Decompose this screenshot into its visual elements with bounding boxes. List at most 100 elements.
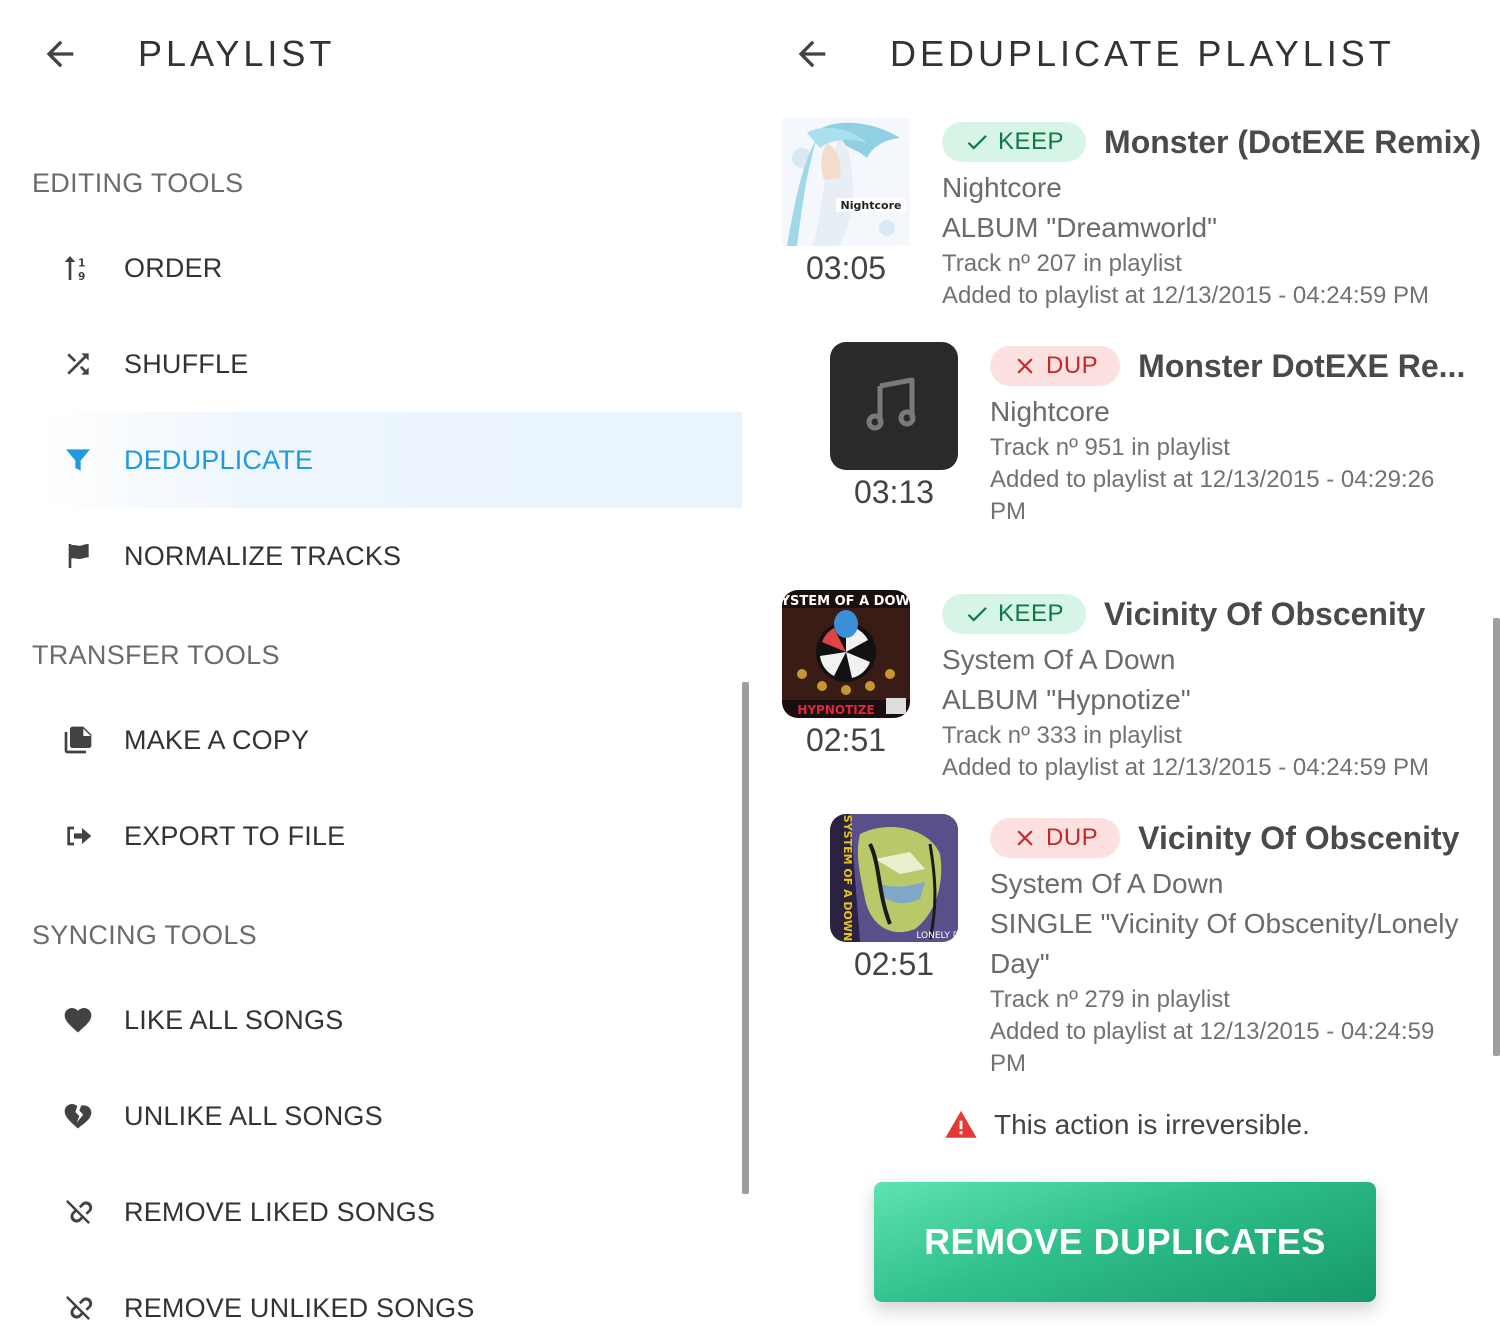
broken-heart-icon: [40, 1100, 116, 1132]
menu-label-export: EXPORT TO FILE: [124, 820, 346, 851]
menu-item-remove-unliked[interactable]: REMOVE UNLIKED SONGS: [40, 1260, 742, 1334]
menu-item-export-file[interactable]: EXPORT TO FILE: [40, 788, 742, 884]
remove-duplicates-button[interactable]: REMOVE DUPLICATES: [874, 1182, 1376, 1302]
menu-item-like-all[interactable]: LIKE ALL SONGS: [40, 972, 742, 1068]
music-note-icon: [866, 377, 916, 431]
badge-label: KEEP: [998, 600, 1065, 627]
filter-icon: [40, 444, 116, 476]
track-album: SINGLE "Vicinity Of Obscenity/Lonely: [990, 908, 1459, 939]
track-artist: System Of A Down: [990, 868, 1224, 899]
remove-duplicates-label: REMOVE DUPLICATES: [924, 1221, 1326, 1262]
page-title: DEDUPLICATE PLAYLIST: [890, 33, 1395, 74]
export-icon: [40, 820, 116, 852]
menu-item-shuffle[interactable]: SHUFFLE: [40, 316, 742, 412]
track-added-suffix: PM: [990, 498, 1026, 525]
warning-text: This action is irreversible.: [994, 1109, 1310, 1140]
menu-label-shuffle: SHUFFLE: [124, 348, 249, 379]
track-added: Added to playlist at 12/13/2015 - 04:24:…: [990, 1018, 1435, 1045]
menu-item-remove-liked[interactable]: REMOVE LIKED SONGS: [40, 1164, 742, 1260]
track-title: Vicinity Of Obscenity: [1104, 595, 1426, 632]
album-cover: SYSTEM OF A DOWN LONELY D: [830, 814, 958, 942]
track-album-suffix: Day": [990, 948, 1050, 979]
menu-label-unlike-all: UNLIKE ALL SONGS: [124, 1100, 383, 1131]
track-added: Added to playlist at 12/13/2015 - 04:24:…: [942, 282, 1429, 309]
badge-label: KEEP: [998, 128, 1065, 155]
menu-label-make-copy: MAKE A COPY: [124, 724, 310, 755]
menu-item-unlike-all[interactable]: UNLIKE ALL SONGS: [40, 1068, 742, 1164]
close-icon: [1017, 358, 1033, 374]
track-duration: 03:13: [853, 474, 935, 510]
shuffle-icon: [40, 348, 116, 380]
track-number: Track nº 279 in playlist: [990, 986, 1230, 1013]
tools-panel: PLAYLIST EDITING TOOLS 19 ORDER SHUFFLE …: [0, 0, 750, 1334]
track-title: Monster (DotEXE Remix): [1104, 123, 1481, 160]
cover-text: HYPNOTIZE: [797, 703, 874, 717]
menu-label-like-all: LIKE ALL SONGS: [124, 1004, 344, 1035]
menu-item-order[interactable]: 19 ORDER: [40, 220, 742, 316]
menu-item-make-copy[interactable]: MAKE A COPY: [40, 692, 742, 788]
section-title-syncing: SYNCING TOOLS: [32, 920, 257, 950]
track-info: DUP Vicinity Of Obscenity System Of A Do…: [990, 816, 1459, 1080]
menu-item-deduplicate[interactable]: DEDUPLICATE: [40, 412, 742, 508]
sort-numeric-icon: 19: [40, 252, 116, 284]
svg-text:9: 9: [78, 270, 85, 283]
cover-text: SYSTEM OF A DOWN: [782, 594, 910, 609]
back-arrow-icon[interactable]: [790, 32, 834, 76]
track-album: ALBUM "Dreamworld": [942, 212, 1218, 243]
menu-label-order: ORDER: [124, 252, 223, 283]
irreversible-warning: This action is irreversible.: [944, 1108, 1310, 1142]
badge-label: DUP: [1046, 824, 1099, 851]
tools-header: PLAYLIST: [38, 28, 335, 80]
track-added: Added to playlist at 12/13/2015 - 04:29:…: [990, 466, 1435, 493]
track-title: Monster DotEXE Re...: [1138, 347, 1466, 384]
track-info: DUP Monster DotEXE Re... Nightcore Track…: [990, 344, 1465, 528]
track-added: Added to playlist at 12/13/2015 - 04:24:…: [942, 754, 1429, 781]
track-artist: Nightcore: [990, 396, 1110, 427]
warning-triangle-icon: [945, 1110, 977, 1138]
section-title-editing: EDITING TOOLS: [32, 168, 244, 198]
menu-label-normalize: NORMALIZE TRACKS: [124, 540, 402, 571]
unlink-icon: [40, 1196, 116, 1228]
track-title: Vicinity Of Obscenity: [1138, 819, 1460, 856]
track-info: KEEP Monster (DotEXE Remix) Nightcore AL…: [942, 120, 1481, 312]
menu-label-deduplicate: DEDUPLICATE: [124, 444, 314, 475]
menu-label-remove-liked: REMOVE LIKED SONGS: [124, 1196, 436, 1227]
copy-icon: [40, 724, 116, 756]
album-cover-placeholder: [830, 342, 958, 470]
keep-badge: KEEP: [942, 122, 1087, 162]
results-scrollbar[interactable]: [1493, 618, 1500, 1056]
track-number: Track nº 207 in playlist: [942, 250, 1182, 277]
close-icon: [1017, 830, 1033, 846]
back-arrow-icon[interactable]: [38, 32, 82, 76]
menu-label-remove-unliked: REMOVE UNLIKED SONGS: [124, 1292, 475, 1323]
dedup-header: DEDUPLICATE PLAYLIST: [790, 28, 1395, 80]
tools-scrollbar[interactable]: [742, 682, 749, 1194]
cover-text: Nightcore: [841, 199, 902, 212]
page-title: PLAYLIST: [138, 33, 336, 74]
deduplicate-panel: DEDUPLICATE PLAYLIST Nightcore 03:05 KEE…: [750, 0, 1500, 1334]
track-number: Track nº 333 in playlist: [942, 722, 1182, 749]
track-duration: 02:51: [805, 722, 887, 758]
check-icon: [967, 135, 987, 150]
album-cover: Nightcore: [782, 118, 910, 246]
flag-icon: [40, 540, 116, 572]
keep-badge: KEEP: [942, 594, 1087, 634]
unlink-icon: [40, 1292, 116, 1324]
track-duration: 02:51: [853, 946, 935, 982]
svg-text:1: 1: [78, 257, 85, 270]
cover-text: SYSTEM OF A DOWN: [841, 815, 854, 941]
menu-item-normalize-tracks[interactable]: NORMALIZE TRACKS: [40, 508, 742, 604]
track-duration: 03:05: [805, 250, 887, 286]
album-cover: SYSTEM OF A DOWN HYPNOTIZE: [782, 590, 910, 718]
cover-text: LONELY D: [916, 931, 958, 941]
track-number: Track nº 951 in playlist: [990, 434, 1230, 461]
heart-icon: [40, 1004, 116, 1036]
section-title-transfer: TRANSFER TOOLS: [32, 640, 280, 670]
badge-label: DUP: [1046, 352, 1099, 379]
track-info: KEEP Vicinity Of Obscenity System Of A D…: [942, 592, 1429, 784]
dup-badge: DUP: [990, 818, 1121, 858]
dup-badge: DUP: [990, 346, 1121, 386]
track-album: ALBUM "Hypnotize": [942, 684, 1191, 715]
check-icon: [967, 607, 987, 622]
track-artist: Nightcore: [942, 172, 1062, 203]
